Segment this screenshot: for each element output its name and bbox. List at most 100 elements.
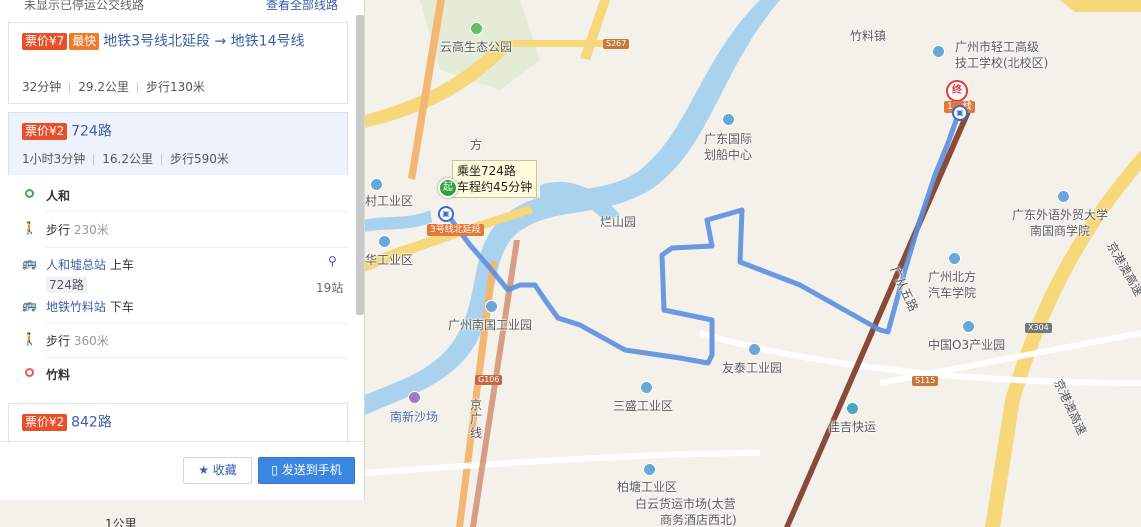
tooltip-line: 乘坐724路	[457, 164, 516, 178]
route-walk: 步行130米	[146, 80, 205, 94]
route-meta: 32分钟 29.2公里 步行130米	[22, 78, 205, 95]
map-label: 村工业区	[365, 194, 414, 208]
road-shield: G106	[475, 375, 503, 385]
map-label: 方	[470, 138, 483, 152]
board-station[interactable]: 人和墟总站	[46, 258, 106, 272]
fastest-badge: 最快	[69, 33, 100, 50]
stop-count[interactable]: 19站	[316, 279, 343, 296]
alight-action: 下车	[109, 300, 134, 314]
favorite-button[interactable]: ★ 收藏	[183, 457, 252, 484]
route-title-row: 票价¥2 842路	[22, 412, 112, 433]
walk-label: 步行	[46, 223, 71, 237]
route-title-row: 票价¥7 最快 地铁3号线北延段 → 地铁14号线	[22, 31, 322, 52]
industry-icon	[378, 235, 391, 248]
star-icon: ★	[198, 463, 209, 477]
route-walk: 步行590米	[170, 152, 229, 166]
map-label: 广州北方	[928, 270, 977, 284]
origin-dot-icon	[22, 187, 36, 201]
tooltip-line: 车程约45分钟	[457, 180, 533, 194]
sports-icon	[722, 113, 735, 126]
industry-icon	[640, 381, 653, 394]
route-option-3[interactable]: 票价¥2 842路	[8, 403, 348, 441]
bus-icon: 🚌	[22, 256, 37, 270]
logistics-icon	[846, 402, 859, 415]
shopping-icon	[408, 391, 421, 404]
map-label: 商务酒店西北)	[660, 513, 737, 527]
map-label: 广州市轻工高级	[955, 40, 1040, 54]
route-steps: 人和 🚶 步行 230米 🚌 人和墟总站 上车 ⚲ 724路 19站 🚌 地铁竹…	[8, 175, 348, 397]
industry-icon	[643, 463, 656, 476]
send-label: 发送到手机	[281, 463, 342, 477]
route-title-row: 票价¥2 724路	[22, 121, 112, 142]
route-meta: 1小时3分钟 16.2公里 步行590米	[22, 150, 229, 167]
route-panel: 未显示已停运公交线路 查看全部线路 票价¥7 最快 地铁3号线北延段 → 地铁14…	[0, 0, 365, 500]
bus-stop-icon[interactable]: ▣	[952, 105, 968, 121]
park-icon	[470, 22, 483, 35]
map-label: 中国O3产业园	[928, 338, 1006, 352]
map-label: 广东国际	[704, 132, 753, 146]
panel-footer-divider	[0, 441, 364, 442]
step-divider	[46, 211, 348, 212]
view-all-lines-link[interactable]: 查看全部线路	[266, 0, 338, 13]
alight-station[interactable]: 地铁竹料站	[46, 300, 106, 314]
map-label: 云高生态公园	[440, 40, 513, 54]
hidden-lines-notice: 未显示已停运公交线路	[24, 0, 145, 12]
line-chip[interactable]: 724路	[46, 277, 87, 293]
map-label: 广东外语外贸大学	[1012, 208, 1109, 222]
school-icon	[932, 45, 945, 58]
map-label: 划船中心	[704, 148, 753, 162]
location-pin-icon[interactable]: ⚲	[328, 254, 337, 268]
route-distance: 16.2公里	[102, 152, 154, 166]
map-label: 京	[470, 398, 483, 412]
map-label: 白云货运市场(太营	[635, 497, 736, 511]
map-label: 柏塘工业区	[617, 480, 678, 494]
line-chip-wrap: 724路	[46, 277, 87, 293]
step-text: 地铁竹料站 下车	[46, 298, 134, 315]
map-label: 南国商学院	[1030, 224, 1091, 238]
origin-name: 人和	[46, 189, 71, 203]
route-title[interactable]: 842路	[71, 415, 112, 431]
map-label: 广州南国工业园	[448, 318, 533, 332]
route-title[interactable]: 724路	[71, 124, 112, 140]
route-title[interactable]: 地铁3号线北延段 → 地铁14号线	[103, 34, 304, 50]
send-to-phone-button[interactable]: ▯ 发送到手机	[258, 457, 355, 484]
route-duration: 1小时3分钟	[22, 152, 86, 166]
destination-name: 竹料	[46, 368, 71, 382]
panel-top: 未显示已停运公交线路 查看全部线路	[0, 0, 356, 12]
step-divider	[46, 323, 348, 324]
map-label: 汽车学院	[928, 286, 977, 300]
end-marker[interactable]: 终	[946, 80, 968, 102]
step-alight: 🚌 地铁竹料站 下车	[8, 298, 348, 318]
panel-scrollbar[interactable]	[356, 15, 364, 315]
walk-label: 步行	[46, 334, 71, 348]
board-action: 上车	[109, 258, 134, 272]
phone-icon: ▯	[271, 463, 278, 477]
step-walk: 🚶 步行 230米	[8, 221, 348, 241]
route-duration: 32分钟	[22, 80, 62, 94]
walk-distance: 230米	[73, 223, 109, 237]
road-shield: S115	[912, 376, 939, 386]
industry-icon	[485, 300, 498, 313]
route-option-2[interactable]: 票价¥2 724路 1小时3分钟 16.2公里 步行590米	[8, 112, 348, 176]
step-text: 步行 360米	[46, 332, 109, 349]
price-tag: 票价¥2	[22, 123, 68, 140]
price-tag: 票价¥7	[22, 33, 68, 50]
favorite-label: 收藏	[212, 463, 237, 477]
map-label: 友泰工业园	[722, 361, 783, 375]
industry-icon	[962, 320, 975, 333]
start-marker[interactable]: 起	[438, 178, 458, 198]
route-distance: 29.2公里	[78, 80, 130, 94]
map-label: 南新沙场	[390, 410, 439, 424]
step-text: 步行 230米	[46, 221, 109, 238]
line-tag: 3号线北延段	[427, 224, 484, 236]
map-label: 华工业区	[365, 253, 414, 267]
step-walk: 🚶 步行 360米	[8, 332, 348, 352]
step-text: 人和墟总站 上车	[46, 256, 134, 273]
map-label: 技工学校(北校区)	[955, 56, 1049, 70]
bus-stop-icon[interactable]: ▣	[438, 206, 454, 222]
route-option-1[interactable]: 票价¥7 最快 地铁3号线北延段 → 地铁14号线 32分钟 29.2公里 步行130…	[8, 22, 348, 104]
map-label: 线	[470, 426, 483, 440]
map-label: 烂山园	[600, 215, 637, 229]
walk-distance: 360米	[73, 334, 109, 348]
map-label: 佳吉快运	[828, 420, 877, 434]
